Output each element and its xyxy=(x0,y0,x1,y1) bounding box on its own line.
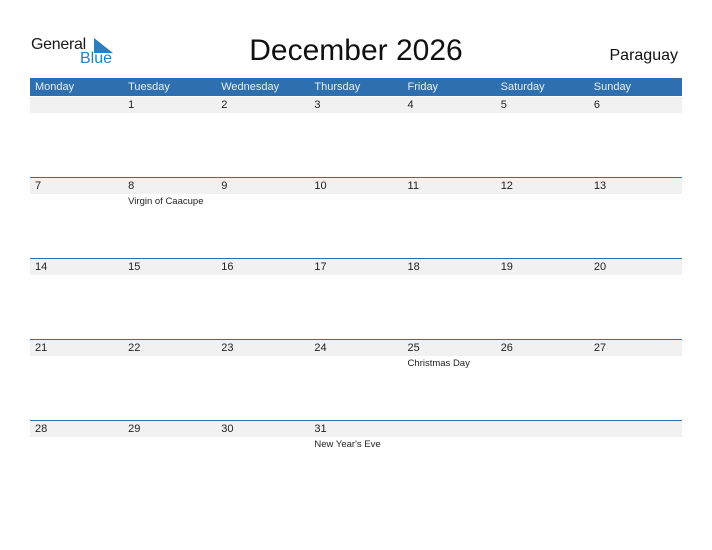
day-cell: 6 xyxy=(589,97,682,178)
day-number: 16 xyxy=(221,261,234,273)
day-number: 3 xyxy=(314,99,321,111)
day-number: 10 xyxy=(314,180,327,192)
weekday-tuesday: Tuesday xyxy=(128,81,170,93)
day-number: 11 xyxy=(407,180,419,192)
day-cell: 8 Virgin of Caacupe xyxy=(123,178,216,259)
holiday-label: New Year's Eve xyxy=(314,439,381,450)
day-cell: 12 xyxy=(496,178,589,259)
weekday-sunday: Sunday xyxy=(593,81,632,93)
day-cell: 18 xyxy=(403,259,496,340)
day-number: 8 xyxy=(128,180,135,192)
day-number: 18 xyxy=(407,261,420,273)
day-cell: 23 xyxy=(216,340,309,421)
week-row: 1 2 3 4 5 6 xyxy=(30,97,682,178)
week-row: 7 8 Virgin of Caacupe 9 10 11 12 13 xyxy=(30,177,682,259)
day-number: 2 xyxy=(221,99,228,111)
day-cell: 10 xyxy=(309,178,402,259)
day-number: 21 xyxy=(35,342,48,354)
weekday-wednesday: Wednesday xyxy=(221,81,280,93)
week-row: 14 15 16 17 18 19 20 xyxy=(30,258,682,340)
day-number: 30 xyxy=(221,423,234,435)
day-number: 14 xyxy=(35,261,48,273)
week-row: 21 22 23 24 25 Christmas Day 26 27 xyxy=(30,339,682,421)
day-number: 26 xyxy=(500,342,513,354)
day-cell: 20 xyxy=(589,259,682,340)
holiday-label: Virgin of Caacupe xyxy=(128,196,204,207)
day-number: 24 xyxy=(314,342,327,354)
day-number: 28 xyxy=(35,423,48,435)
country-label: Paraguay xyxy=(609,47,679,64)
day-number: 31 xyxy=(314,423,327,435)
day-number: 4 xyxy=(407,99,414,111)
day-number: 9 xyxy=(221,180,228,192)
day-cell xyxy=(403,421,496,502)
day-cell: 22 xyxy=(123,340,216,421)
day-cell xyxy=(496,421,589,502)
day-number: 7 xyxy=(35,180,42,192)
day-cell: 28 xyxy=(30,421,123,502)
day-cell: 14 xyxy=(30,259,123,340)
day-cell: 26 xyxy=(496,340,589,421)
day-cell: 13 xyxy=(589,178,682,259)
day-cell xyxy=(30,97,123,178)
day-number: 22 xyxy=(128,342,141,354)
day-cell: 15 xyxy=(123,259,216,340)
weekday-saturday: Saturday xyxy=(500,81,545,93)
day-cell: 11 xyxy=(403,178,496,259)
day-cell: 16 xyxy=(216,259,309,340)
week-row: 28 29 30 31 New Year's Eve xyxy=(30,420,682,502)
weekday-header: Monday Tuesday Wednesday Thursday Friday… xyxy=(30,78,682,96)
day-cell: 19 xyxy=(496,259,589,340)
day-number: 6 xyxy=(593,99,600,111)
day-number: 19 xyxy=(500,261,513,273)
weekday-thursday: Thursday xyxy=(314,81,361,93)
day-cell: 4 xyxy=(403,97,496,178)
day-number: 12 xyxy=(500,180,513,192)
day-number: 27 xyxy=(593,342,607,354)
day-cell: 27 xyxy=(589,340,682,421)
day-number: 25 xyxy=(407,342,420,354)
holiday-label: Christmas Day xyxy=(407,358,470,369)
day-number: 13 xyxy=(593,180,607,192)
day-cell: 2 xyxy=(216,97,309,178)
day-number: 29 xyxy=(128,423,141,435)
calendar-title: December 2026 xyxy=(249,34,463,67)
day-cell: 24 xyxy=(309,340,402,421)
day-cell: 29 xyxy=(123,421,216,502)
weekday-monday: Monday xyxy=(35,81,75,93)
day-number: 15 xyxy=(128,261,141,273)
day-cell: 30 xyxy=(216,421,309,502)
weekday-friday: Friday xyxy=(407,81,439,93)
day-cell: 31 New Year's Eve xyxy=(309,421,402,502)
day-cell: 1 xyxy=(123,97,216,178)
day-number: 1 xyxy=(128,99,135,111)
day-cell: 9 xyxy=(216,178,309,259)
day-cell: 25 Christmas Day xyxy=(403,340,496,421)
day-cell: 3 xyxy=(309,97,402,178)
day-cell xyxy=(589,421,682,502)
day-cell: 17 xyxy=(309,259,402,340)
day-cell: 7 xyxy=(30,178,123,259)
day-number: 5 xyxy=(500,99,507,111)
day-number: 17 xyxy=(314,261,327,273)
day-number: 20 xyxy=(593,261,607,273)
day-cell: 5 xyxy=(496,97,589,178)
day-number: 23 xyxy=(221,342,234,354)
day-cell: 21 xyxy=(30,340,123,421)
